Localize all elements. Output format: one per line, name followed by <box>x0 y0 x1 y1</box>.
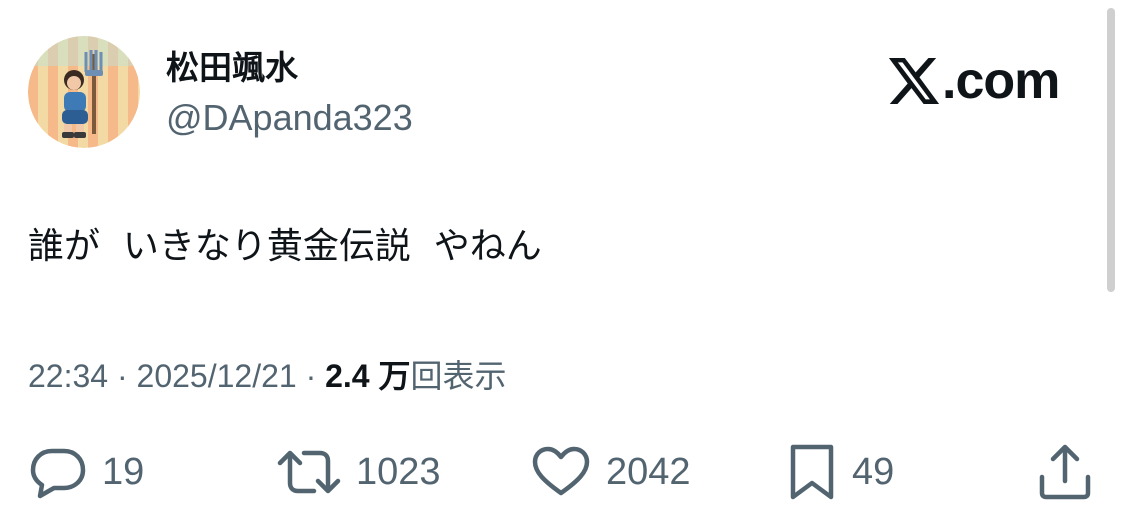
tweet-text: 誰が いきなり黄金伝説 やねん <box>28 226 542 267</box>
repost-icon <box>277 450 341 494</box>
like-button[interactable]: 2042 <box>530 440 691 504</box>
brand-domain-text: .com <box>942 52 1060 110</box>
reply-icon <box>30 448 86 499</box>
action-bar: 19 1023 2042 49 <box>0 440 1125 504</box>
user-display-name[interactable]: 松田颯水 <box>166 46 298 90</box>
tweet-date[interactable]: 2025/12/21 <box>137 358 297 394</box>
avatar[interactable] <box>28 36 140 148</box>
views-count: 2.4 万 <box>325 358 411 394</box>
repost-count: 1023 <box>356 450 441 493</box>
like-count: 2042 <box>606 450 691 493</box>
user-handle[interactable]: @DApanda323 <box>166 96 413 140</box>
reply-button[interactable]: 19 <box>28 440 144 504</box>
tweet-meta: 22:34 · 2025/12/21 · 2.4 万回表示 <box>28 355 507 397</box>
meta-separator: · <box>108 358 137 394</box>
repost-button[interactable]: 1023 <box>276 440 441 504</box>
reply-count: 19 <box>102 450 145 493</box>
tweet-time[interactable]: 22:34 <box>28 358 108 394</box>
avatar-image <box>28 36 140 148</box>
bookmark-count: 49 <box>852 450 895 493</box>
x-logo-icon <box>888 58 940 104</box>
bookmark-button[interactable]: 49 <box>786 440 894 504</box>
x-brand[interactable]: .com <box>888 52 1060 110</box>
heart-icon <box>532 446 590 496</box>
scrollbar[interactable] <box>1107 8 1115 292</box>
bookmark-icon <box>790 444 834 500</box>
share-icon <box>1039 444 1091 500</box>
meta-separator: · <box>296 358 326 394</box>
share-button[interactable] <box>1036 440 1094 504</box>
views-label: 回表示 <box>410 358 507 394</box>
